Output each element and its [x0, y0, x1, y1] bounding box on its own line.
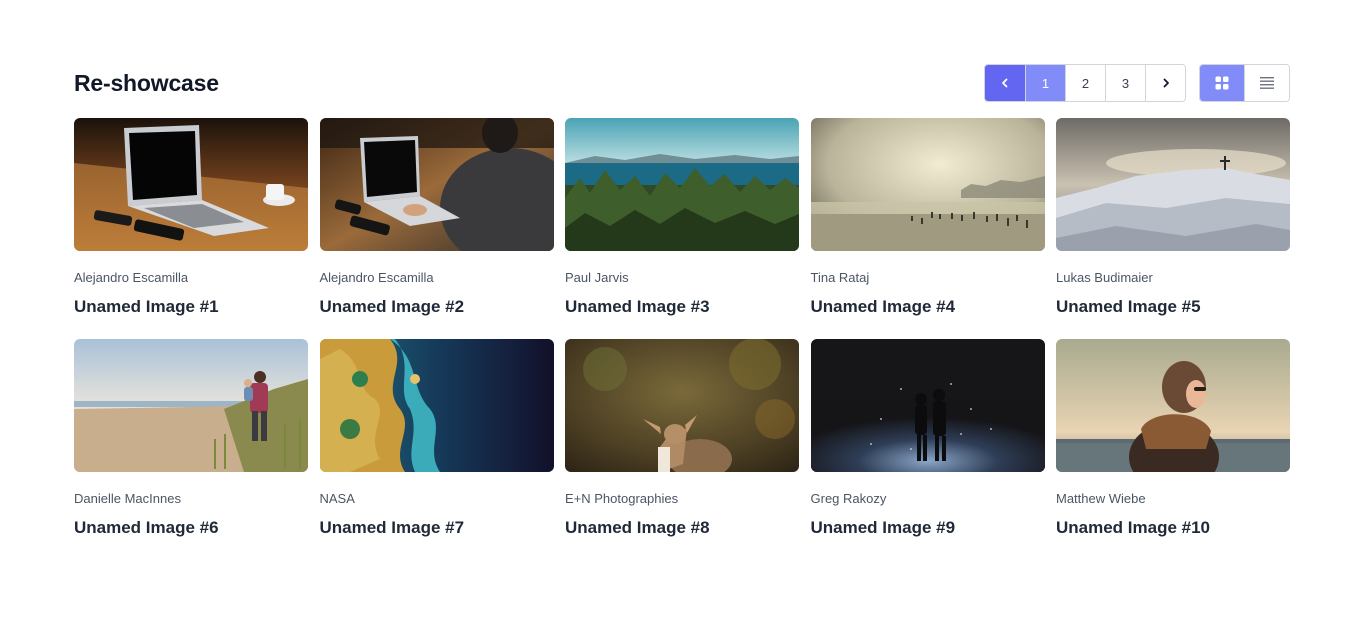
pagination: 1 2 3 [984, 64, 1186, 102]
image-card[interactable]: Lukas Budimaier Unamed Image #5 [1056, 118, 1290, 317]
grid-icon [1215, 76, 1229, 90]
image-thumbnail[interactable] [74, 118, 308, 251]
image-author: Greg Rakozy [810, 491, 887, 506]
image-thumbnail[interactable] [565, 118, 799, 251]
image-author: E+N Photographies [565, 491, 679, 506]
list-icon [1260, 77, 1274, 89]
image-card[interactable]: Greg Rakozy Unamed Image #9 [810, 339, 1045, 538]
image-thumbnail[interactable] [1056, 339, 1290, 472]
prev-page-button[interactable] [985, 65, 1025, 101]
image-thumbnail[interactable] [74, 339, 308, 472]
grid-view-button[interactable] [1200, 65, 1244, 101]
image-thumbnail[interactable] [810, 339, 1045, 472]
header: Re-showcase 1 2 3 [74, 64, 1290, 102]
page-1-button[interactable]: 1 [1025, 65, 1065, 101]
image-author: Alejandro Escamilla [319, 270, 434, 285]
image-thumbnail[interactable] [319, 339, 554, 472]
image-card[interactable]: NASA Unamed Image #7 [319, 339, 554, 538]
page-2-button[interactable]: 2 [1065, 65, 1105, 101]
image-thumbnail[interactable] [1056, 118, 1290, 251]
page-3-button[interactable]: 3 [1105, 65, 1145, 101]
image-author: Tina Rataj [810, 270, 870, 285]
image-grid: Alejandro Escamilla Unamed Image #1 Alej… [74, 118, 1290, 538]
image-author: Paul Jarvis [565, 270, 629, 285]
image-card[interactable]: Danielle MacInnes Unamed Image #6 [74, 339, 308, 538]
image-author: Lukas Budimaier [1056, 270, 1153, 285]
image-title: Unamed Image #1 [74, 297, 219, 316]
image-thumbnail[interactable] [319, 118, 554, 251]
chevron-left-icon [1002, 78, 1008, 88]
image-card[interactable]: Alejandro Escamilla Unamed Image #1 [74, 118, 308, 317]
image-author: NASA [319, 491, 355, 506]
toolbar: 1 2 3 [984, 64, 1290, 102]
image-author: Danielle MacInnes [74, 491, 181, 506]
image-title: Unamed Image #3 [565, 297, 710, 316]
image-thumbnail[interactable] [565, 339, 799, 472]
image-card[interactable]: E+N Photographies Unamed Image #8 [565, 339, 799, 538]
image-title: Unamed Image #7 [319, 518, 465, 537]
image-title: Unamed Image #5 [1056, 297, 1201, 316]
list-view-button[interactable] [1244, 65, 1289, 101]
image-thumbnail[interactable] [810, 118, 1045, 251]
image-card[interactable]: Alejandro Escamilla Unamed Image #2 [319, 118, 554, 317]
chevron-right-icon [1163, 78, 1169, 88]
next-page-button[interactable] [1145, 65, 1185, 101]
showcase-page: Re-showcase 1 2 3 Alejandro Escamilla Un… [0, 0, 1364, 639]
image-title: Unamed Image #10 [1056, 518, 1211, 537]
image-title: Unamed Image #9 [810, 518, 956, 537]
image-title: Unamed Image #6 [74, 518, 219, 537]
image-title: Unamed Image #4 [810, 297, 956, 316]
image-title: Unamed Image #8 [565, 518, 710, 537]
image-card[interactable]: Tina Rataj Unamed Image #4 [810, 118, 1045, 317]
view-toggle [1199, 64, 1290, 102]
image-card[interactable]: Matthew Wiebe Unamed Image #10 [1056, 339, 1290, 538]
page-title: Re-showcase [74, 69, 219, 96]
image-author: Alejandro Escamilla [74, 270, 189, 285]
image-card[interactable]: Paul Jarvis Unamed Image #3 [565, 118, 799, 317]
image-author: Matthew Wiebe [1056, 491, 1146, 506]
image-title: Unamed Image #2 [319, 297, 465, 316]
